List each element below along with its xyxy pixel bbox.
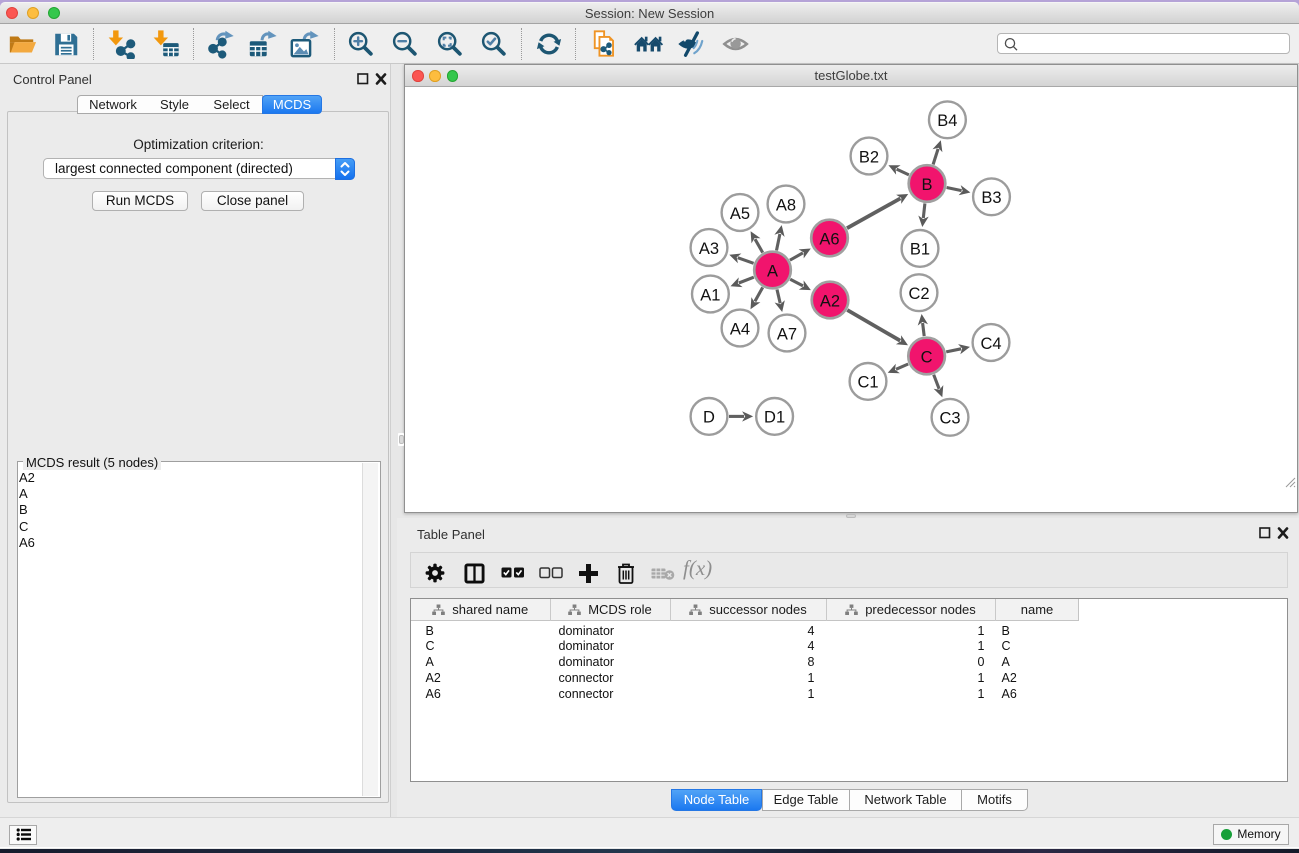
svg-text:A6: A6 [819, 230, 839, 248]
svg-text:A3: A3 [699, 240, 719, 258]
svg-text:B: B [921, 176, 932, 194]
svg-text:B3: B3 [981, 189, 1001, 207]
svg-text:B2: B2 [859, 148, 879, 166]
svg-text:D1: D1 [764, 409, 785, 427]
svg-text:A8: A8 [776, 196, 796, 214]
svg-text:B4: B4 [937, 112, 957, 130]
svg-text:A5: A5 [730, 205, 750, 223]
svg-text:B1: B1 [910, 241, 930, 259]
svg-text:A: A [767, 262, 778, 280]
svg-text:C2: C2 [908, 285, 929, 303]
svg-text:A4: A4 [730, 320, 750, 338]
svg-text:D: D [703, 409, 715, 427]
svg-text:A7: A7 [777, 325, 797, 343]
svg-text:A1: A1 [700, 286, 720, 304]
svg-text:C1: C1 [857, 374, 878, 392]
svg-text:C4: C4 [980, 335, 1001, 353]
svg-text:C: C [921, 348, 933, 366]
svg-text:A2: A2 [820, 292, 840, 310]
svg-text:C3: C3 [939, 410, 960, 428]
